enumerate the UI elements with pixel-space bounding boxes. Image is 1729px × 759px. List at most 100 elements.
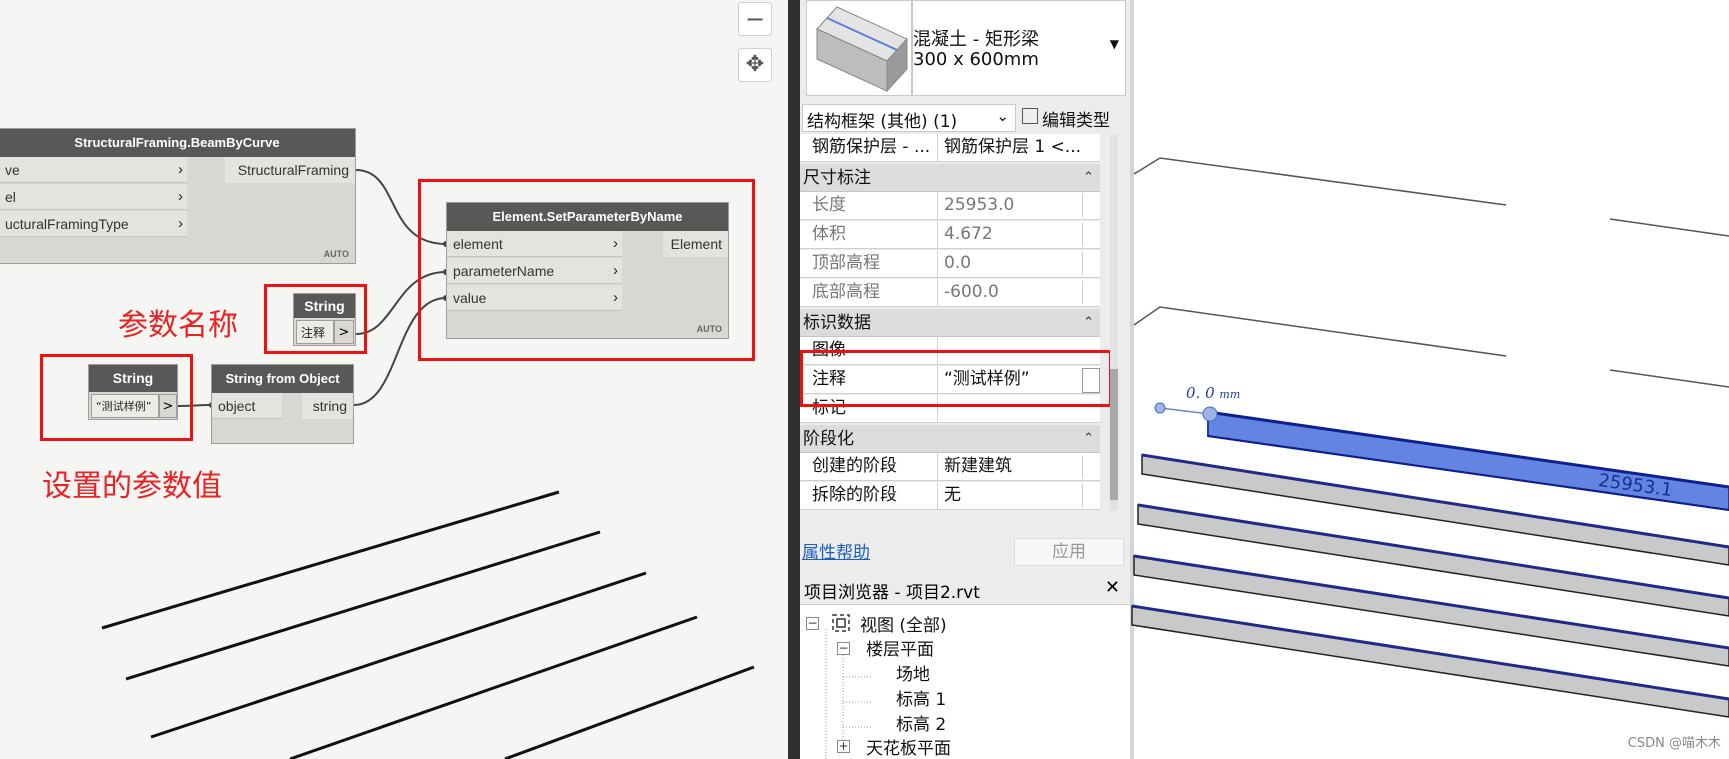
- tree-item-floor-plans[interactable]: 楼层平面: [866, 635, 934, 660]
- string-input[interactable]: “测试样例”: [91, 394, 159, 418]
- model-line: [504, 665, 755, 759]
- project-browser-header: 项目浏览器 - 项目2.rvt ✕: [800, 575, 1130, 605]
- string-input[interactable]: 注释: [296, 320, 334, 344]
- properties-help-link[interactable]: 属性帮助: [802, 538, 870, 563]
- close-icon[interactable]: ✕: [1105, 577, 1120, 598]
- properties-scrollbar[interactable]: [1110, 134, 1118, 510]
- apply-button[interactable]: 应用: [1014, 538, 1124, 566]
- model-edge: [1133, 157, 1507, 206]
- port-label: element: [453, 236, 503, 252]
- dimension-line: [1159, 407, 1211, 415]
- property-name: 钢筋保护层 - ...: [800, 134, 938, 161]
- drag-grip-icon[interactable]: [1154, 402, 1166, 414]
- concrete-beam[interactable]: [1131, 604, 1729, 718]
- node-string-parameter-name[interactable]: String 注释 >: [293, 293, 356, 346]
- concrete-beam[interactable]: [1133, 554, 1729, 667]
- 3d-model-canvas[interactable]: [1130, 0, 1729, 759]
- pane-divider[interactable]: [788, 0, 800, 759]
- chevron-right-icon: ›: [178, 215, 183, 232]
- property-value: -600.0: [944, 282, 999, 302]
- concrete-beam[interactable]: [1137, 503, 1729, 617]
- beam-thumbnail-icon: [816, 6, 908, 93]
- collapse-views-toggle[interactable]: −: [806, 617, 819, 630]
- node-string-parameter-value[interactable]: String “测试样例” >: [88, 364, 178, 420]
- property-value[interactable]: 新建建筑: [940, 453, 1080, 480]
- scrollbar-thumb[interactable]: [1110, 369, 1118, 500]
- model-line: [289, 615, 698, 759]
- group-label: 阶段化: [803, 429, 854, 449]
- group-label: 尺寸标注: [803, 168, 871, 188]
- group-phasing[interactable]: 阶段化 ⌃: [800, 425, 1100, 453]
- chevron-right-icon: ›: [178, 161, 183, 178]
- dropdown-arrow-icon: ▼: [1109, 37, 1119, 51]
- tree-item-views[interactable]: 视图 (全部): [860, 611, 947, 636]
- drag-grip-icon[interactable]: [1202, 406, 1218, 422]
- input-port-object[interactable]: object: [212, 393, 282, 419]
- property-row-rebar-cover[interactable]: 钢筋保护层 - ... 钢筋保护层 1 <...: [800, 134, 1100, 162]
- group-identity-data[interactable]: 标识数据 ⌃: [800, 309, 1100, 337]
- annotation-parameter-name: 参数名称: [118, 308, 238, 343]
- property-value: 0.0: [944, 253, 972, 273]
- input-port-parameter-name[interactable]: parameterName ›: [447, 258, 622, 284]
- model-line: [125, 530, 601, 681]
- input-port-value[interactable]: value ›: [447, 285, 622, 311]
- node-set-parameter-by-name[interactable]: Element.SetParameterByName element › para…: [446, 202, 729, 339]
- revit-3d-view[interactable]: 0. 0 mm 25953.1 CSDN @喵木木: [1130, 0, 1729, 759]
- output-port-string[interactable]: >: [334, 320, 354, 344]
- input-port-curve[interactable]: ve ›: [0, 157, 187, 183]
- port-label: el: [5, 189, 16, 205]
- tree-item-level-2[interactable]: 标高 2: [896, 710, 946, 735]
- view-icon: [830, 612, 852, 634]
- output-port-element[interactable]: Element: [663, 231, 728, 257]
- group-dimensions[interactable]: 尺寸标注 ⌃: [800, 164, 1100, 192]
- port-label: value: [453, 290, 487, 306]
- tree-item-site[interactable]: 场地: [896, 660, 930, 685]
- input-port-structural-framing-type[interactable]: ucturalFramingType ›: [0, 211, 187, 237]
- dynamo-canvas[interactable]: − ✥ StructuralFraming.BeamByCurve ve › el…: [0, 0, 788, 759]
- property-value[interactable]: 钢筋保护层 1 <...: [940, 134, 1080, 161]
- output-port-string[interactable]: >: [159, 394, 177, 418]
- auto-label: AUTO: [323, 249, 349, 259]
- watermark: CSDN @喵木木: [1627, 736, 1721, 751]
- output-port-string[interactable]: string: [302, 393, 353, 419]
- type-thumbnail: [806, 0, 912, 96]
- property-value: 4.672: [944, 224, 993, 244]
- property-name: 体积: [800, 221, 938, 248]
- collapse-icon[interactable]: ⌃: [1083, 309, 1094, 337]
- pan-button[interactable]: ✥: [738, 48, 772, 82]
- property-name: 创建的阶段: [800, 453, 938, 480]
- tree-item-level-1[interactable]: 标高 1: [896, 685, 946, 710]
- collapse-floor-plans-toggle[interactable]: −: [837, 642, 850, 655]
- offset-dimension-label[interactable]: 0. 0 mm: [1186, 384, 1240, 402]
- port-label: parameterName: [453, 263, 555, 279]
- collapse-icon[interactable]: ⌃: [1083, 425, 1094, 453]
- zoom-out-button[interactable]: −: [738, 2, 772, 36]
- type-family-name: 混凝土 - 矩形梁: [913, 29, 1039, 50]
- input-port-element[interactable]: element ›: [447, 231, 622, 257]
- type-selector[interactable]: 混凝土 - 矩形梁 300 x 600mm ▼: [912, 0, 1126, 96]
- property-row-phase-created[interactable]: 创建的阶段 新建建筑: [800, 453, 1100, 481]
- offset-unit: mm: [1219, 388, 1241, 401]
- property-row-length: 长度 25953.0: [800, 192, 1100, 220]
- collapse-icon[interactable]: ⌃: [1083, 164, 1094, 192]
- pan-icon: ✥: [745, 52, 765, 77]
- input-port-level[interactable]: el ›: [0, 184, 187, 210]
- category-selector[interactable]: 结构框架 (其他) (1) ⌄: [802, 104, 1016, 132]
- concrete-beam[interactable]: [1141, 453, 1729, 566]
- model-edge: [1609, 218, 1729, 237]
- property-value[interactable]: 无: [940, 482, 1080, 509]
- port-label: ucturalFramingType: [5, 216, 129, 232]
- category-selector-label: 结构框架 (其他) (1): [807, 112, 958, 132]
- annotation-parameter-value: 设置的参数值: [42, 469, 222, 504]
- node-beam-by-curve[interactable]: StructuralFraming.BeamByCurve ve › el › uc…: [0, 128, 356, 264]
- type-size: 300 x 600mm: [913, 49, 1039, 70]
- chevron-right-icon: ›: [613, 262, 618, 279]
- tree-item-ceiling-plans[interactable]: 天花板平面: [866, 734, 951, 759]
- property-name: 底部高程: [800, 279, 938, 306]
- node-title: StructuralFraming.BeamByCurve: [0, 129, 355, 157]
- output-port-structural-framing[interactable]: StructuralFraming: [225, 157, 355, 183]
- property-name: 顶部高程: [800, 250, 938, 277]
- property-row-phase-demolished[interactable]: 拆除的阶段 无: [800, 482, 1100, 510]
- expand-ceiling-plans-toggle[interactable]: +: [837, 740, 850, 753]
- node-string-from-object[interactable]: String from Object object string: [211, 364, 354, 444]
